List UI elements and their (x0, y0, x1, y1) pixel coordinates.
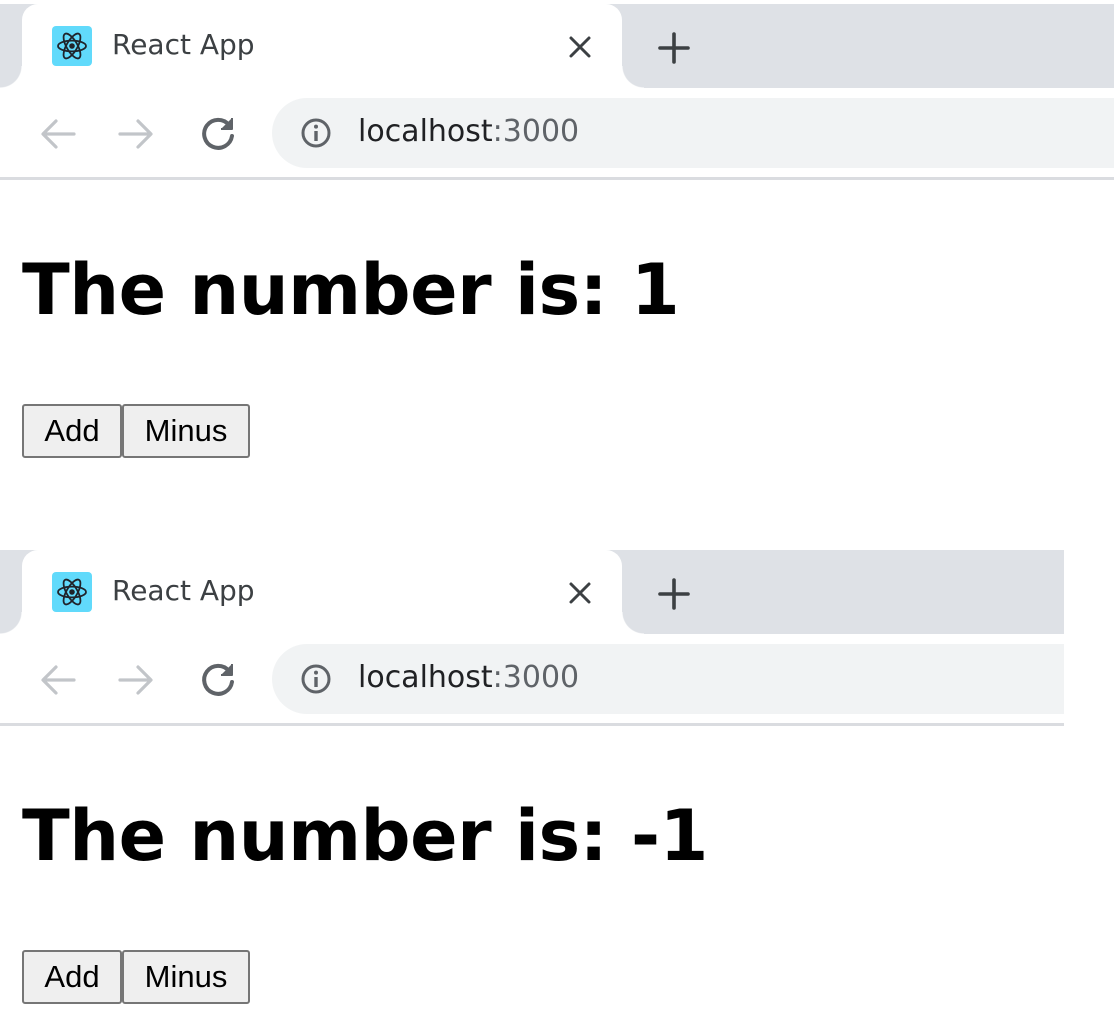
browser-window-1: React App localhost:3000 The number is: … (0, 0, 1114, 546)
browser-toolbar: localhost:3000 (0, 634, 1064, 726)
minus-button[interactable]: Minus (122, 404, 250, 458)
new-tab-icon[interactable] (652, 572, 696, 616)
back-arrow-icon[interactable] (36, 658, 80, 702)
url-text: localhost:3000 (358, 114, 579, 149)
reload-icon[interactable] (196, 658, 240, 702)
tab-title: React App (112, 28, 255, 61)
add-button[interactable]: Add (22, 404, 122, 458)
tab-title: React App (112, 574, 255, 607)
react-logo-icon (52, 26, 92, 66)
tab-react-app[interactable]: React App (0, 4, 644, 88)
url-host: localhost (358, 114, 493, 149)
url-port: :3000 (492, 660, 580, 695)
add-button[interactable]: Add (22, 950, 122, 1004)
browser-window-2: React App localhost:3000 The number is: … (0, 546, 1064, 1014)
reload-icon[interactable] (196, 112, 240, 156)
browser-toolbar: localhost:3000 (0, 88, 1114, 180)
tab-strip: React App (0, 550, 1064, 634)
info-icon[interactable] (300, 663, 332, 695)
page-title: The number is: 1 (22, 249, 680, 331)
new-tab-icon[interactable] (652, 26, 696, 70)
address-bar[interactable]: localhost:3000 (272, 644, 1064, 714)
tab-react-app[interactable]: React App (0, 550, 644, 634)
minus-button[interactable]: Minus (122, 950, 250, 1004)
forward-arrow-icon[interactable] (114, 112, 158, 156)
close-tab-icon[interactable] (562, 575, 598, 611)
url-text: localhost:3000 (358, 660, 579, 695)
forward-arrow-icon[interactable] (114, 658, 158, 702)
react-logo-icon (52, 572, 92, 612)
address-bar[interactable]: localhost:3000 (272, 98, 1114, 168)
info-icon[interactable] (300, 117, 332, 149)
url-port: :3000 (492, 114, 580, 149)
close-tab-icon[interactable] (562, 29, 598, 65)
button-row: Add Minus (22, 404, 250, 458)
page-title: The number is: -1 (22, 795, 708, 877)
page-content: The number is: 1 Add Minus (0, 183, 1114, 546)
page-content: The number is: -1 Add Minus (0, 729, 1064, 1014)
button-row: Add Minus (22, 950, 250, 1004)
tab-strip: React App (0, 4, 1114, 88)
url-host: localhost (358, 660, 493, 695)
back-arrow-icon[interactable] (36, 112, 80, 156)
